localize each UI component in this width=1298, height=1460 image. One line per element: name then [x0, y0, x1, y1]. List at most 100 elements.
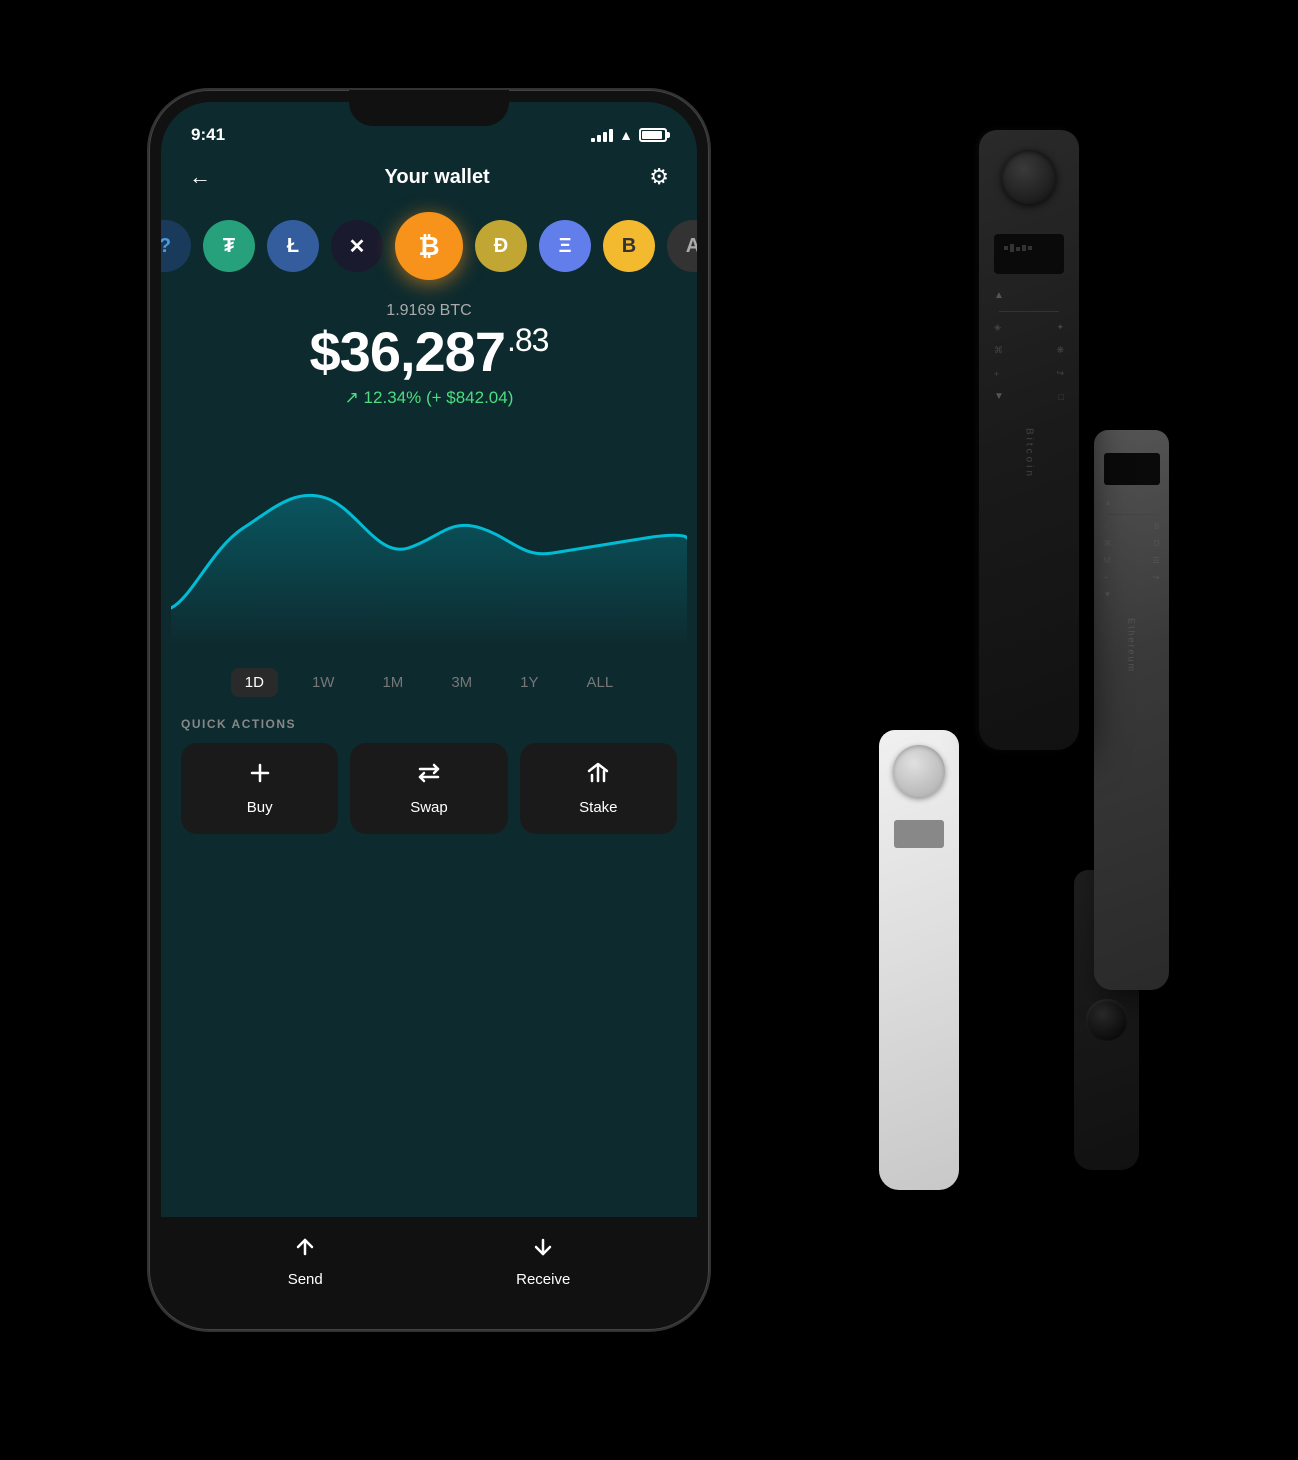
price-chart — [171, 428, 687, 648]
ledger-s-icon-8: ↪ — [1153, 573, 1160, 582]
bottom-bar: Send Receive — [161, 1217, 697, 1318]
stake-label: Stake — [579, 799, 617, 816]
buy-icon — [248, 761, 272, 791]
signal-bar-1 — [591, 138, 595, 142]
bottom-receive[interactable]: Receive — [516, 1235, 570, 1288]
quick-actions-grid: Buy Swap Stake — [181, 743, 677, 834]
ledger-icon-5: + — [994, 369, 999, 379]
battery-icon — [639, 128, 667, 142]
ledger-white-screen — [894, 820, 944, 848]
swap-icon — [417, 761, 441, 791]
ledger-s-nav-4: M ☰ — [1104, 556, 1160, 565]
ledger-s-nav-6: ▼ — [1104, 590, 1160, 599]
settings-button[interactable]: ⚙ — [649, 164, 669, 190]
ledger-white — [879, 730, 959, 1190]
ledger-icon-3: ⌘ — [994, 345, 1003, 356]
notch — [349, 90, 509, 126]
ledger-top-button — [1002, 150, 1056, 204]
usd-balance: $36,287.83 — [181, 324, 677, 380]
ledger-nano-x: ▲ ◈ ✦ ⌘ ❋ + ↪ ▼ □ Bitcoin — [979, 130, 1079, 750]
ledger-down-icon: ▼ — [994, 391, 1004, 402]
ledger-s-screen — [1104, 453, 1160, 485]
change-usd: (+ $842.04) — [426, 388, 513, 407]
change-percent: ↗ 12.34% — [345, 388, 422, 407]
ledger-s-icon-5: M — [1104, 556, 1111, 565]
ledger-nano-s: ▲ ○ B ⌘ D M ☰ + ↪ ▼ Ethereum — [1094, 430, 1169, 990]
wifi-icon: ▲ — [619, 127, 633, 143]
quick-actions-label: QUICK ACTIONS — [181, 717, 677, 731]
ledger-s-nav-2: ○ B — [1104, 522, 1160, 531]
page-title: Your wallet — [385, 166, 490, 189]
status-time: 9:41 — [191, 125, 225, 145]
ledger-s-nav-3: ⌘ D — [1104, 539, 1160, 548]
status-icons: ▲ — [591, 127, 667, 143]
battery-fill — [642, 131, 662, 139]
phone-device: 9:41 ▲ ← Your wallet — [149, 90, 709, 1330]
ledger-s-up: ▲ — [1104, 497, 1113, 507]
coin-dogecoin[interactable]: Ð — [475, 220, 527, 272]
action-buy[interactable]: Buy — [181, 743, 338, 834]
swap-label: Swap — [410, 799, 448, 816]
back-button[interactable]: ← — [189, 164, 225, 190]
ledger-s-icon-3: ⌘ — [1104, 539, 1112, 548]
action-swap[interactable]: Swap — [350, 743, 507, 834]
timeframe-1m[interactable]: 1M — [368, 668, 417, 697]
coin-unknown[interactable]: ? — [161, 220, 191, 272]
receive-icon — [531, 1235, 555, 1265]
ledger-s-down: ▼ — [1104, 590, 1112, 599]
crypto-balance: 1.9169 BTC — [181, 302, 677, 320]
ledger-up-icon: ▲ — [994, 290, 1004, 301]
ledger-s-icon-1: ○ — [1104, 522, 1109, 531]
phone-screen: 9:41 ▲ ← Your wallet — [161, 102, 697, 1318]
ledger-s-icon-2: B — [1154, 522, 1159, 531]
coin-litecoin[interactable]: Ł — [267, 220, 319, 272]
timeframe-3m[interactable]: 3M — [437, 668, 486, 697]
app-header: ← Your wallet ⚙ — [161, 154, 697, 200]
signal-bar-4 — [609, 129, 613, 142]
ledger-s-icon-6: ☰ — [1152, 556, 1159, 565]
coin-ripple[interactable]: ✕ — [331, 220, 383, 272]
scene: 9:41 ▲ ← Your wallet — [99, 50, 1199, 1410]
bottom-send[interactable]: Send — [288, 1235, 323, 1288]
ledger-x-screen — [994, 234, 1064, 274]
usd-cents: .83 — [507, 322, 548, 358]
timeframe-1y[interactable]: 1Y — [506, 668, 552, 697]
timeframe-selector: 1D 1W 1M 3M 1Y ALL — [161, 648, 697, 717]
ledger-s-icon-7: + — [1104, 573, 1109, 582]
coin-binance[interactable]: B — [603, 220, 655, 272]
action-stake[interactable]: Stake — [520, 743, 677, 834]
ledger-bitcoin-text: Bitcoin — [1024, 428, 1035, 479]
timeframe-1w[interactable]: 1W — [298, 668, 349, 697]
ledger-s-icon-4: D — [1154, 539, 1160, 548]
chart-svg — [171, 428, 687, 648]
signal-icon — [591, 128, 613, 142]
coin-ethereum[interactable]: Ξ — [539, 220, 591, 272]
coin-algo[interactable]: A — [667, 220, 697, 272]
timeframe-1d[interactable]: 1D — [231, 668, 278, 697]
send-icon — [293, 1235, 317, 1265]
ledger-s-nav-1: ▲ — [1104, 497, 1160, 507]
coin-selector: ?₮Ł✕₿ÐΞBA — [161, 200, 697, 292]
quick-actions-section: QUICK ACTIONS Buy Swap Stake — [161, 717, 697, 834]
ledger-nano-button — [1086, 999, 1128, 1041]
ledger-s-text: Ethereum — [1127, 618, 1137, 673]
ledger-icon-2: ✦ — [1056, 322, 1064, 333]
balance-section: 1.9169 BTC $36,287.83 ↗ 12.34% (+ $842.0… — [161, 292, 697, 408]
coin-bitcoin[interactable]: ₿ — [395, 212, 463, 280]
signal-bar-3 — [603, 132, 607, 142]
ledger-nav-row-3: ⌘ ❋ — [994, 345, 1064, 356]
timeframe-all[interactable]: ALL — [573, 668, 628, 697]
ledger-nav-row-4: + ↪ — [994, 368, 1064, 379]
ledger-icon-1: ◈ — [994, 322, 1001, 333]
ledger-icon-6: ↪ — [1056, 368, 1064, 379]
send-label: Send — [288, 1271, 323, 1288]
ledger-s-nav-5: + ↪ — [1104, 573, 1160, 582]
ledger-icon-7: □ — [1059, 392, 1064, 402]
ledger-nav-row-2: ◈ ✦ — [994, 322, 1064, 333]
coin-tether[interactable]: ₮ — [203, 220, 255, 272]
ledger-nav-row-1: ▲ — [994, 290, 1064, 301]
ledger-white-button — [893, 745, 945, 797]
ledger-nav-row-5: ▼ □ — [994, 391, 1064, 402]
usd-whole: $36,287 — [310, 320, 505, 383]
stake-icon — [586, 761, 610, 791]
